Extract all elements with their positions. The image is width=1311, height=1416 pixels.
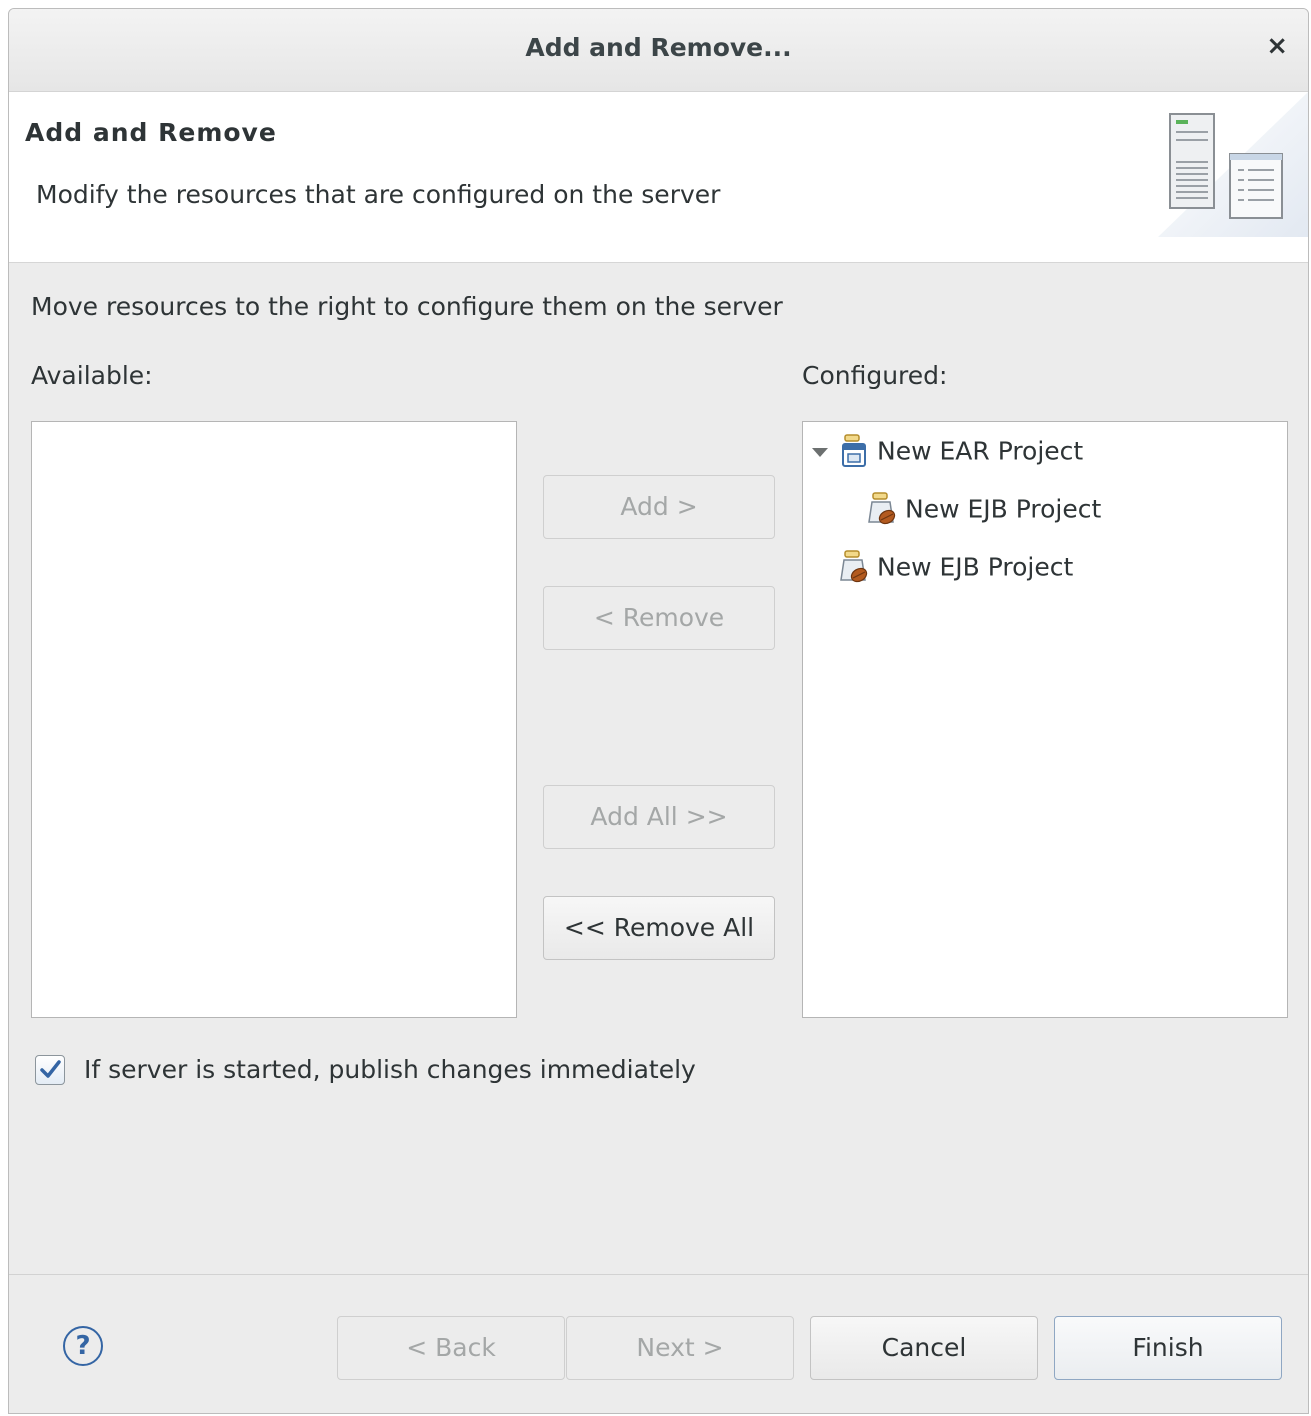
publish-checkbox[interactable] <box>35 1055 65 1085</box>
expand-arrow-icon[interactable] <box>812 448 828 457</box>
tree-item-label: New EAR Project <box>877 436 1084 466</box>
close-icon[interactable]: × <box>1266 31 1288 61</box>
banner-description: Modify the resources that are configured… <box>36 180 721 209</box>
remove-all-button[interactable]: << Remove All <box>543 896 775 960</box>
wizard-banner: Add and Remove Modify the resources that… <box>9 92 1308 263</box>
server-wizard-banner-icon <box>1158 92 1308 237</box>
ear-project-icon <box>842 434 866 467</box>
window-title: Add and Remove... <box>525 33 792 62</box>
publish-checkbox-label[interactable]: If server is started, publish changes im… <box>84 1055 696 1084</box>
cancel-button[interactable]: Cancel <box>810 1316 1038 1380</box>
configured-label: Configured: <box>802 361 948 390</box>
configured-tree[interactable]: New EAR Project New EJB Project New EJB … <box>802 421 1288 1018</box>
tree-item-label: New EJB Project <box>877 552 1074 582</box>
add-all-button[interactable]: Add All >> <box>543 785 775 849</box>
banner-title: Add and Remove <box>25 118 277 147</box>
ejb-project-icon <box>840 550 868 583</box>
help-icon[interactable]: ? <box>63 1326 103 1366</box>
tree-item-ear-project[interactable]: New EAR Project <box>839 434 1083 474</box>
remove-button[interactable]: < Remove <box>543 586 775 650</box>
add-button[interactable]: Add > <box>543 475 775 539</box>
available-label: Available: <box>31 361 153 390</box>
finish-button[interactable]: Finish <box>1054 1316 1282 1380</box>
instruction-text: Move resources to the right to configure… <box>31 292 783 321</box>
available-list[interactable] <box>31 421 517 1018</box>
back-button[interactable]: < Back <box>337 1316 565 1380</box>
tree-item-label: New EJB Project <box>905 494 1102 524</box>
footer-separator <box>9 1274 1308 1275</box>
ejb-project-icon <box>868 492 896 525</box>
tree-item-ejb-project[interactable]: New EJB Project <box>839 550 1073 590</box>
add-remove-dialog: Add and Remove... × Add and Remove Modif… <box>8 8 1309 1414</box>
checkmark-icon <box>40 1060 61 1078</box>
next-button[interactable]: Next > <box>566 1316 794 1380</box>
title-bar: Add and Remove... × <box>9 9 1308 92</box>
tree-item-ejb-project-child[interactable]: New EJB Project <box>867 492 1101 532</box>
